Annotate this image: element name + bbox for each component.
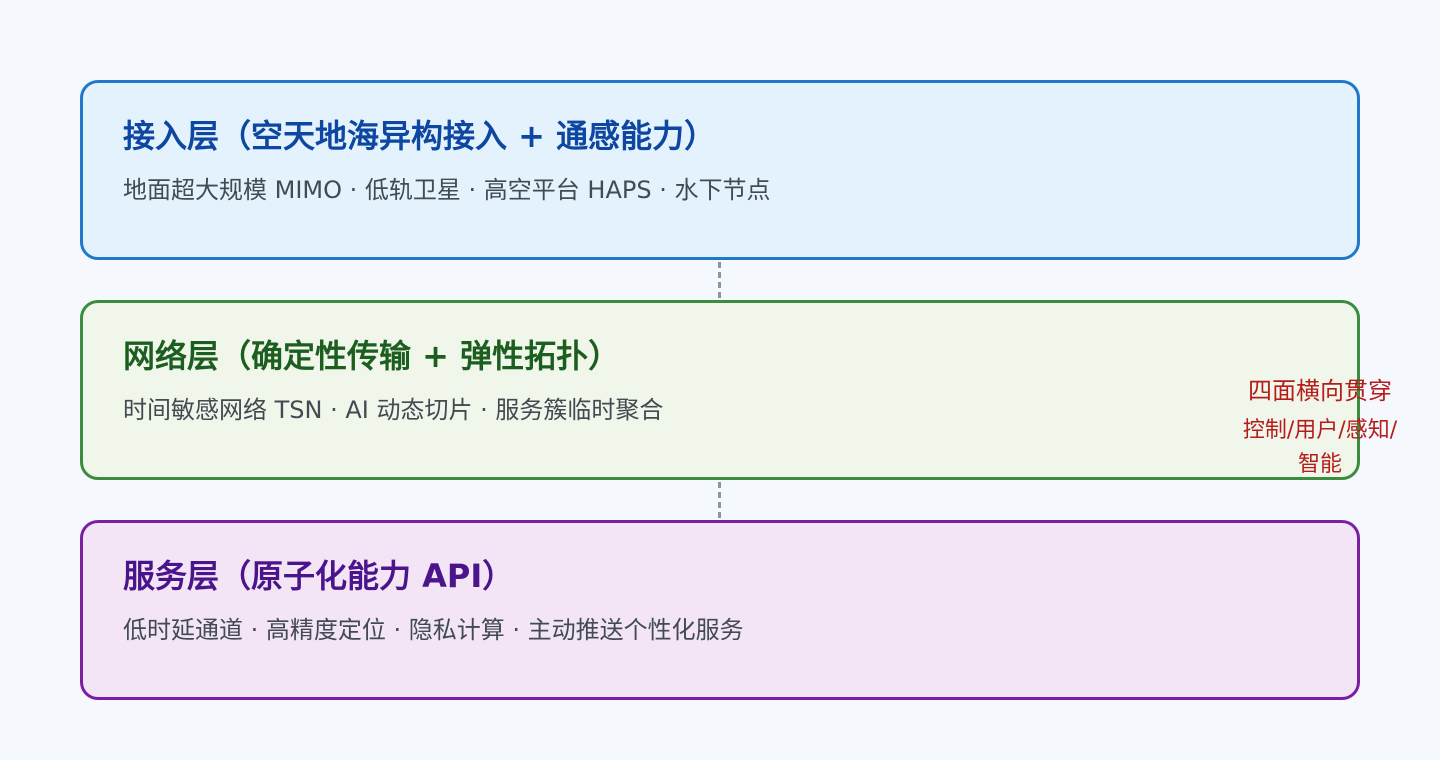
cross-cutting-planes: 控制/用户/感知/智能 <box>1242 418 1398 477</box>
cross-cutting-title: 四面横向贯穿 <box>1248 377 1392 405</box>
access-layer-description: 地面超大规模 MIMO · 低轨卫星 · 高空平台 HAPS · 水下节点 <box>123 176 771 204</box>
network-layer-description: 时间敏感网络 TSN · AI 动态切片 · 服务簇临时聚合 <box>123 396 664 424</box>
network-layer-title: 网络层（确定性传输 + 弹性拓扑） <box>123 337 621 375</box>
service-layer-box: 服务层（原子化能力 API） 低时延通道 · 高精度定位 · 隐私计算 · 主动… <box>80 520 1360 700</box>
access-layer-box: 接入层（空天地海异构接入 + 通感能力） 地面超大规模 MIMO · 低轨卫星 … <box>80 80 1360 260</box>
service-layer-title: 服务层（原子化能力 API） <box>123 557 515 595</box>
service-layer-description: 低时延通道 · 高精度定位 · 隐私计算 · 主动推送个性化服务 <box>123 616 744 644</box>
network-service-connector <box>718 482 721 518</box>
cross-cutting-note: 四面横向贯穿 控制/用户/感知/智能 <box>1240 374 1400 482</box>
access-layer-title: 接入层（空天地海异构接入 + 通感能力） <box>123 117 717 155</box>
access-network-connector <box>718 262 721 298</box>
network-layer-box: 网络层（确定性传输 + 弹性拓扑） 时间敏感网络 TSN · AI 动态切片 ·… <box>80 300 1360 480</box>
